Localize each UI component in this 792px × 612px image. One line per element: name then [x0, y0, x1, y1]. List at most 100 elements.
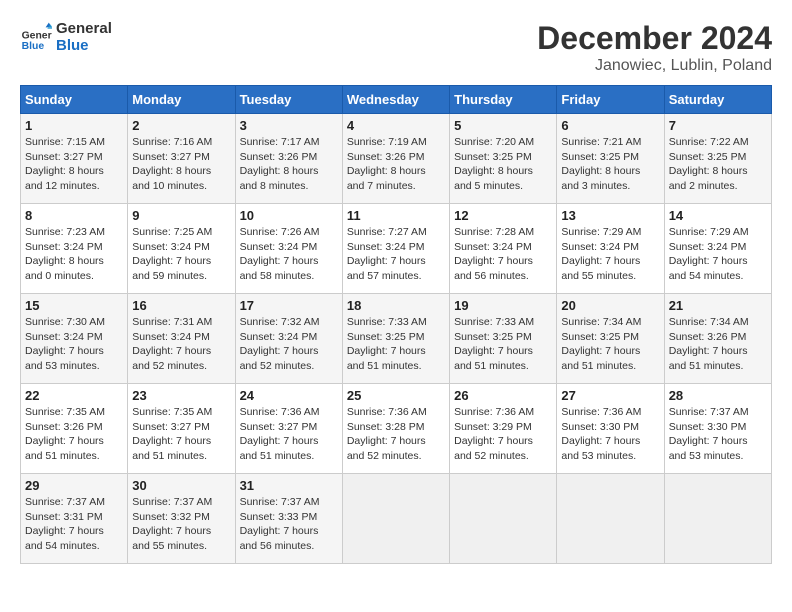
day-info: Sunrise: 7:34 AMSunset: 3:26 PMDaylight:… — [669, 315, 767, 374]
day-cell: 4Sunrise: 7:19 AMSunset: 3:26 PMDaylight… — [342, 114, 449, 204]
day-cell: 17Sunrise: 7:32 AMSunset: 3:24 PMDayligh… — [235, 294, 342, 384]
day-info: Sunrise: 7:23 AMSunset: 3:24 PMDaylight:… — [25, 225, 123, 284]
logo-text-blue: Blue — [56, 37, 112, 54]
day-info: Sunrise: 7:22 AMSunset: 3:25 PMDaylight:… — [669, 135, 767, 194]
day-cell: 23 Sunrise: 7:35 AMSunset: 3:27 PMDayligh… — [128, 384, 235, 474]
day-number: 12 — [454, 208, 552, 223]
day-number: 1 — [25, 118, 123, 133]
day-number: 23 — [132, 388, 230, 403]
day-info: Sunrise: 7:36 AMSunset: 3:27 PMDaylight:… — [240, 405, 338, 464]
day-number: 9 — [132, 208, 230, 223]
day-number: 22 — [25, 388, 123, 403]
day-info: Sunrise: 7:35 AMSunset: 3:27 PMDaylight:… — [132, 405, 230, 464]
day-cell: 28 Sunrise: 7:37 AMSunset: 3:30 PMDayligh… — [664, 384, 771, 474]
day-info: Sunrise: 7:33 AMSunset: 3:25 PMDaylight:… — [454, 315, 552, 374]
day-cell — [450, 474, 557, 564]
day-number: 6 — [561, 118, 659, 133]
day-cell: 26 Sunrise: 7:36 AMSunset: 3:29 PMDayligh… — [450, 384, 557, 474]
day-cell: 2 Sunrise: 7:16 AMSunset: 3:27 PMDaylight… — [128, 114, 235, 204]
page-header: General Blue General Blue December 2024 … — [20, 20, 772, 75]
calendar-title: December 2024 — [537, 20, 772, 57]
day-cell: 13Sunrise: 7:29 AMSunset: 3:24 PMDayligh… — [557, 204, 664, 294]
week-row-4: 22 Sunrise: 7:35 AMSunset: 3:26 PMDayligh… — [21, 384, 772, 474]
calendar-subtitle: Janowiec, Lublin, Poland — [537, 57, 772, 75]
day-info: Sunrise: 7:35 AMSunset: 3:26 PMDaylight:… — [25, 405, 123, 464]
day-info: Sunrise: 7:33 AMSunset: 3:25 PMDaylight:… — [347, 315, 445, 374]
day-info: Sunrise: 7:21 AMSunset: 3:25 PMDaylight:… — [561, 135, 659, 194]
day-info: Sunrise: 7:25 AMSunset: 3:24 PMDaylight:… — [132, 225, 230, 284]
day-number: 16 — [132, 298, 230, 313]
day-info: Sunrise: 7:36 AMSunset: 3:30 PMDaylight:… — [561, 405, 659, 464]
day-cell: 16Sunrise: 7:31 AMSunset: 3:24 PMDayligh… — [128, 294, 235, 384]
day-info: Sunrise: 7:16 AMSunset: 3:27 PMDaylight:… — [132, 135, 230, 194]
day-info: Sunrise: 7:15 AMSunset: 3:27 PMDaylight:… — [25, 135, 123, 194]
day-number: 13 — [561, 208, 659, 223]
day-cell: 8 Sunrise: 7:23 AMSunset: 3:24 PMDaylight… — [21, 204, 128, 294]
day-info: Sunrise: 7:19 AMSunset: 3:26 PMDaylight:… — [347, 135, 445, 194]
day-info: Sunrise: 7:37 AMSunset: 3:30 PMDaylight:… — [669, 405, 767, 464]
title-block: December 2024 Janowiec, Lublin, Poland — [537, 20, 772, 75]
svg-text:General: General — [22, 31, 52, 42]
day-cell: 22 Sunrise: 7:35 AMSunset: 3:26 PMDayligh… — [21, 384, 128, 474]
calendar-header: SundayMondayTuesdayWednesdayThursdayFrid… — [21, 86, 772, 114]
logo: General Blue General Blue — [20, 20, 112, 54]
day-cell: 31 Sunrise: 7:37 AMSunset: 3:33 PMDayligh… — [235, 474, 342, 564]
day-number: 28 — [669, 388, 767, 403]
day-cell: 30 Sunrise: 7:37 AMSunset: 3:32 PMDayligh… — [128, 474, 235, 564]
day-number: 3 — [240, 118, 338, 133]
day-number: 19 — [454, 298, 552, 313]
day-number: 24 — [240, 388, 338, 403]
logo-text-general: General — [56, 20, 112, 37]
day-info: Sunrise: 7:37 AMSunset: 3:31 PMDaylight:… — [25, 495, 123, 554]
svg-text:Blue: Blue — [22, 41, 45, 52]
day-number: 18 — [347, 298, 445, 313]
day-cell: 19 Sunrise: 7:33 AMSunset: 3:25 PMDayligh… — [450, 294, 557, 384]
day-cell: 21Sunrise: 7:34 AMSunset: 3:26 PMDayligh… — [664, 294, 771, 384]
day-number: 30 — [132, 478, 230, 493]
day-cell — [342, 474, 449, 564]
day-cell: 6 Sunrise: 7:21 AMSunset: 3:25 PMDaylight… — [557, 114, 664, 204]
day-cell — [557, 474, 664, 564]
week-row-1: 1 Sunrise: 7:15 AMSunset: 3:27 PMDaylight… — [21, 114, 772, 204]
day-info: Sunrise: 7:29 AMSunset: 3:24 PMDaylight:… — [669, 225, 767, 284]
calendar-table: SundayMondayTuesdayWednesdayThursdayFrid… — [20, 85, 772, 564]
day-cell: 7Sunrise: 7:22 AMSunset: 3:25 PMDaylight… — [664, 114, 771, 204]
day-number: 25 — [347, 388, 445, 403]
day-cell — [664, 474, 771, 564]
day-info: Sunrise: 7:34 AMSunset: 3:25 PMDaylight:… — [561, 315, 659, 374]
day-number: 11 — [347, 208, 445, 223]
day-number: 8 — [25, 208, 123, 223]
day-number: 20 — [561, 298, 659, 313]
day-info: Sunrise: 7:30 AMSunset: 3:24 PMDaylight:… — [25, 315, 123, 374]
day-info: Sunrise: 7:27 AMSunset: 3:24 PMDaylight:… — [347, 225, 445, 284]
day-number: 31 — [240, 478, 338, 493]
day-cell: 12Sunrise: 7:28 AMSunset: 3:24 PMDayligh… — [450, 204, 557, 294]
day-cell: 20 Sunrise: 7:34 AMSunset: 3:25 PMDayligh… — [557, 294, 664, 384]
day-cell: 29 Sunrise: 7:37 AMSunset: 3:31 PMDayligh… — [21, 474, 128, 564]
day-cell: 10Sunrise: 7:26 AMSunset: 3:24 PMDayligh… — [235, 204, 342, 294]
day-of-week-saturday: Saturday — [664, 86, 771, 114]
day-number: 29 — [25, 478, 123, 493]
day-cell: 3 Sunrise: 7:17 AMSunset: 3:26 PMDaylight… — [235, 114, 342, 204]
day-number: 10 — [240, 208, 338, 223]
day-info: Sunrise: 7:37 AMSunset: 3:33 PMDaylight:… — [240, 495, 338, 554]
day-number: 27 — [561, 388, 659, 403]
day-number: 26 — [454, 388, 552, 403]
day-cell: 1 Sunrise: 7:15 AMSunset: 3:27 PMDaylight… — [21, 114, 128, 204]
day-cell: 18 Sunrise: 7:33 AMSunset: 3:25 PMDayligh… — [342, 294, 449, 384]
day-info: Sunrise: 7:20 AMSunset: 3:25 PMDaylight:… — [454, 135, 552, 194]
day-of-week-sunday: Sunday — [21, 86, 128, 114]
day-info: Sunrise: 7:36 AMSunset: 3:29 PMDaylight:… — [454, 405, 552, 464]
day-number: 2 — [132, 118, 230, 133]
day-info: Sunrise: 7:37 AMSunset: 3:32 PMDaylight:… — [132, 495, 230, 554]
day-of-week-thursday: Thursday — [450, 86, 557, 114]
week-row-2: 8 Sunrise: 7:23 AMSunset: 3:24 PMDaylight… — [21, 204, 772, 294]
day-cell: 5Sunrise: 7:20 AMSunset: 3:25 PMDaylight… — [450, 114, 557, 204]
logo-icon: General Blue — [20, 21, 52, 53]
day-of-week-wednesday: Wednesday — [342, 86, 449, 114]
day-info: Sunrise: 7:17 AMSunset: 3:26 PMDaylight:… — [240, 135, 338, 194]
day-number: 15 — [25, 298, 123, 313]
day-of-week-friday: Friday — [557, 86, 664, 114]
week-row-3: 15 Sunrise: 7:30 AMSunset: 3:24 PMDayligh… — [21, 294, 772, 384]
day-of-week-tuesday: Tuesday — [235, 86, 342, 114]
